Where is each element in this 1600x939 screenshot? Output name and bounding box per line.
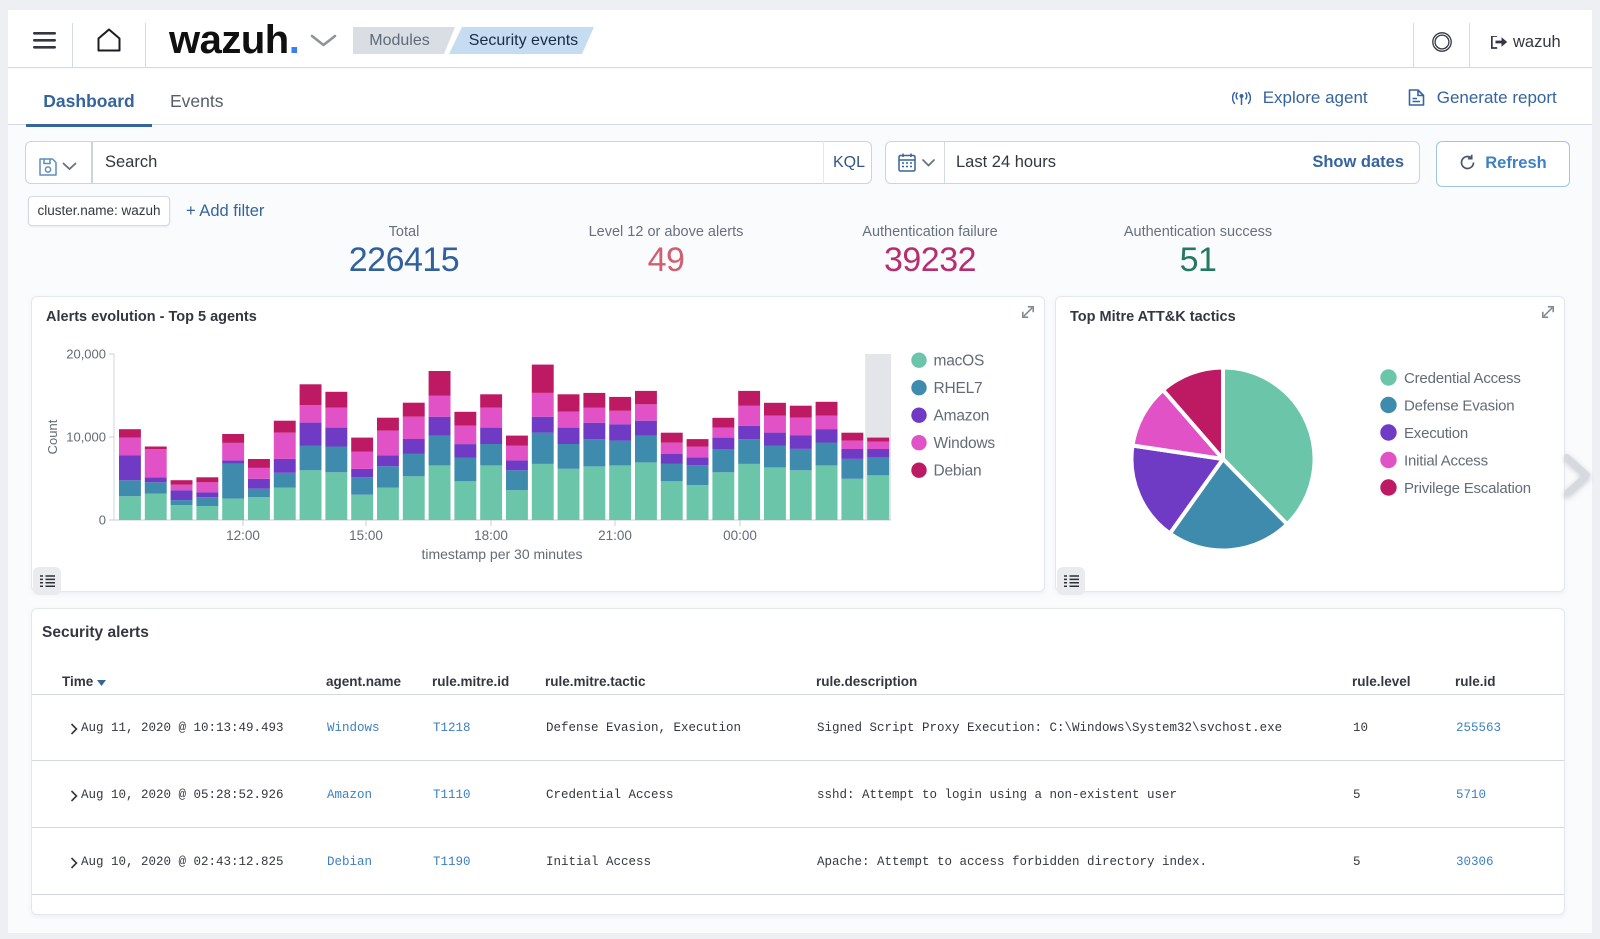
svg-text:Privilege Escalation: Privilege Escalation [1404,480,1531,497]
svg-text:12:00: 12:00 [226,528,260,543]
svg-text:Credential Access: Credential Access [1404,370,1521,387]
svg-text:21:00: 21:00 [598,528,632,543]
svg-text:Debian: Debian [934,463,982,480]
svg-text:Initial Access: Initial Access [1404,453,1488,470]
svg-text:10,000: 10,000 [66,430,106,445]
svg-text:Count: Count [45,419,60,454]
svg-text:RHEL7: RHEL7 [934,380,983,397]
svg-text:timestamp per 30 minutes: timestamp per 30 minutes [421,546,582,562]
svg-text:macOS: macOS [934,353,985,370]
svg-text:20,000: 20,000 [66,347,106,362]
svg-text:Amazon: Amazon [934,408,990,425]
svg-text:15:00: 15:00 [349,528,383,543]
svg-text:Windows: Windows [934,435,996,452]
svg-text:00:00: 00:00 [723,528,757,543]
svg-text:Execution: Execution [1404,425,1468,442]
svg-text:18:00: 18:00 [474,528,508,543]
svg-text:Defense Evasion: Defense Evasion [1404,398,1514,415]
svg-text:0: 0 [99,513,106,528]
